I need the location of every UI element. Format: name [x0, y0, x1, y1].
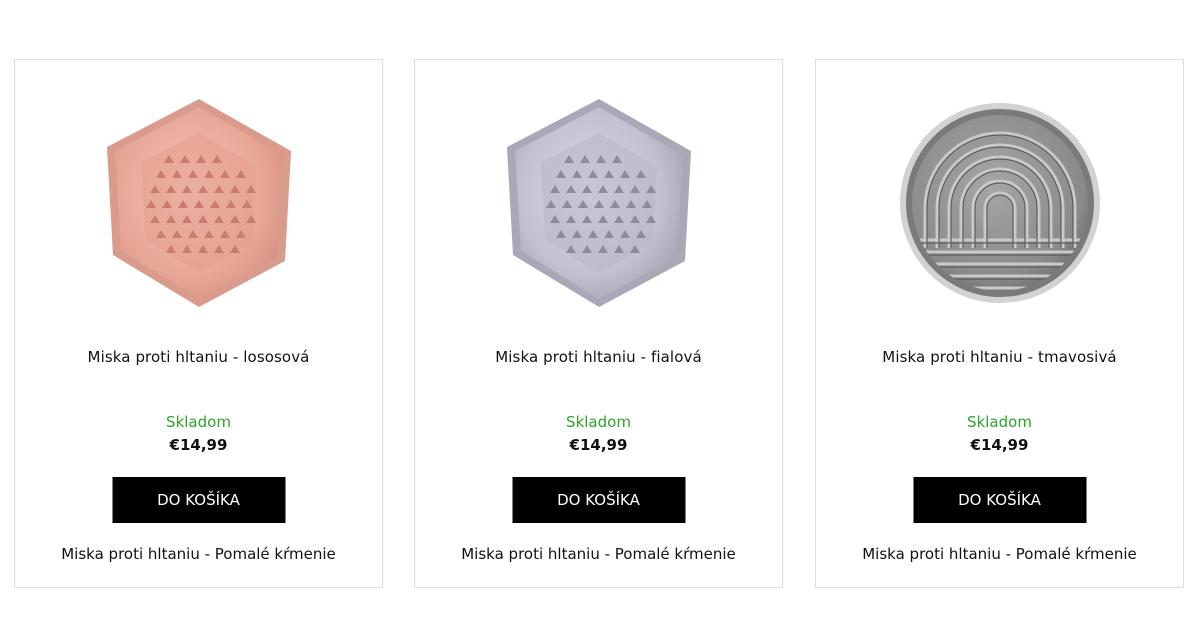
product-price: €14,99	[169, 436, 228, 454]
round-bowl-darkgray-image	[899, 103, 1100, 303]
product-card: Miska proti hltaniu - lososová Skladom €…	[14, 59, 383, 588]
product-card: Miska proti hltaniu - fialová Skladom €1…	[414, 59, 783, 588]
product-image-link[interactable]	[15, 88, 382, 318]
stock-status: Skladom	[166, 413, 231, 431]
product-title[interactable]: Miska proti hltaniu - tmavosivá	[816, 348, 1183, 366]
product-subtitle: Miska proti hltaniu - Pomalé kŕmenie	[61, 545, 336, 563]
product-price: €14,99	[970, 436, 1029, 454]
product-subtitle: Miska proti hltaniu - Pomalé kŕmenie	[461, 545, 736, 563]
product-card: Miska proti hltaniu - tmavosivá Skladom …	[815, 59, 1184, 588]
product-image-link[interactable]	[816, 88, 1183, 318]
product-title[interactable]: Miska proti hltaniu - fialová	[415, 348, 782, 366]
add-to-cart-button[interactable]: DO KOŠÍKA	[112, 477, 285, 523]
product-grid: Miska proti hltaniu - lososová Skladom €…	[0, 0, 1200, 630]
product-image-link[interactable]	[415, 88, 782, 318]
add-to-cart-button[interactable]: DO KOŠÍKA	[512, 477, 685, 523]
product-price: €14,99	[569, 436, 628, 454]
hexagon-bowl-violet-image	[506, 99, 691, 307]
hexagon-bowl-salmon-image	[106, 99, 291, 307]
product-subtitle: Miska proti hltaniu - Pomalé kŕmenie	[862, 545, 1137, 563]
stock-status: Skladom	[967, 413, 1032, 431]
stock-status: Skladom	[566, 413, 631, 431]
add-to-cart-button[interactable]: DO KOŠÍKA	[913, 477, 1086, 523]
product-title[interactable]: Miska proti hltaniu - lososová	[15, 348, 382, 366]
